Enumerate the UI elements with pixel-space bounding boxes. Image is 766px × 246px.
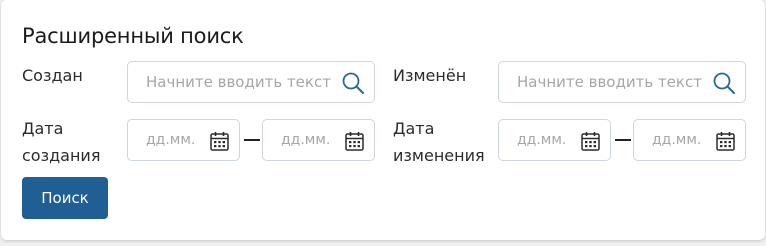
panel-title: Расширенный поиск xyxy=(22,24,244,48)
calendar-icon[interactable] xyxy=(581,131,600,151)
created-input[interactable] xyxy=(128,62,374,102)
created-date-label-line1: Дата xyxy=(22,119,64,138)
created-date-label-line2: создания xyxy=(22,146,101,165)
calendar-icon[interactable] xyxy=(210,131,229,151)
advanced-search-panel: Расширенный поиск Создан Изменён Дата со… xyxy=(1,0,765,240)
modified-label: Изменён xyxy=(393,66,467,85)
created-date-label: Дата создания xyxy=(22,115,100,169)
calendar-icon[interactable] xyxy=(345,131,364,151)
modified-date-from-field[interactable] xyxy=(498,119,611,161)
date-range-dash xyxy=(244,139,260,141)
created-field[interactable] xyxy=(127,61,375,103)
date-range-dash xyxy=(615,139,631,141)
created-date-from-field[interactable] xyxy=(127,119,240,161)
calendar-icon[interactable] xyxy=(716,131,735,151)
search-icon[interactable] xyxy=(341,71,365,95)
modified-date-to-field[interactable] xyxy=(633,119,746,161)
search-button[interactable]: Поиск xyxy=(22,177,108,219)
modified-date-label-line1: Дата xyxy=(393,119,435,138)
modified-field[interactable] xyxy=(498,61,746,103)
modified-input[interactable] xyxy=(499,62,745,102)
created-date-to-field[interactable] xyxy=(262,119,375,161)
search-icon[interactable] xyxy=(712,71,736,95)
modified-date-label-line2: изменения xyxy=(393,146,485,165)
modified-date-label: Дата изменения xyxy=(393,115,485,169)
created-label: Создан xyxy=(22,66,83,85)
